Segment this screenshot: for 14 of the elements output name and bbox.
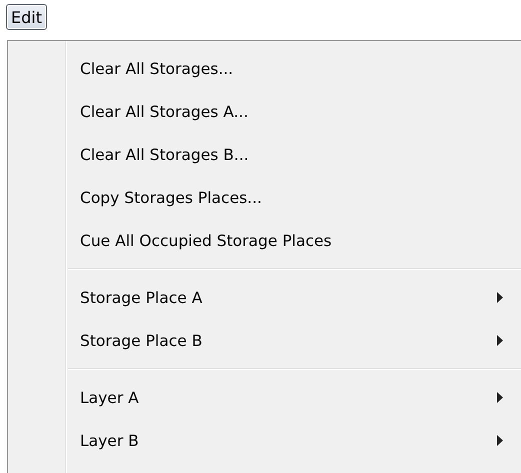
menu-item[interactable]: Clear All Storages A... <box>8 90 521 133</box>
menu-item[interactable]: Storage Place B <box>8 319 521 362</box>
menu-item[interactable]: Layer B <box>8 419 521 462</box>
menu-button[interactable]: Edit <box>6 4 47 30</box>
menu-item[interactable]: Storage Place A <box>8 276 521 319</box>
submenu-arrow-icon <box>497 292 503 303</box>
menu-item[interactable]: Clear All Storages B... <box>8 133 521 176</box>
submenu-arrow-icon <box>497 435 503 446</box>
submenu-arrow-icon <box>497 335 503 346</box>
submenu-arrow-icon <box>497 392 503 403</box>
menu-item[interactable]: Layer A <box>8 376 521 419</box>
menu-item[interactable]: Cue All Occupied Storage Places <box>8 219 521 262</box>
menu-item[interactable]: Clear All Storages... <box>8 47 521 90</box>
menu-item[interactable]: Copy Storages Places... <box>8 176 521 219</box>
